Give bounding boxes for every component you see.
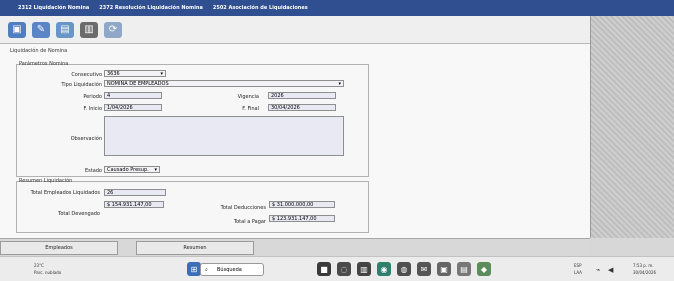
edit-icon[interactable]: ✎ [32,21,50,38]
label-total-deducciones: Total Deducciones [220,205,266,211]
estado-value: Causado Presup. [107,167,149,173]
chevron-down-icon: ▾ [160,71,163,77]
browser-icon[interactable]: ◉ [377,262,391,276]
observacion-textarea[interactable] [104,116,344,156]
estado-select[interactable]: Causado Presup. ▾ [104,166,160,173]
volume-icon: ◀ [608,266,614,274]
window-titlebar: 2312 Liquidación Nomina 2372 Resolución … [0,0,674,16]
bottom-tabs: Empleados Resumen [0,238,590,256]
tipo-liquidacion-select[interactable]: NOMINA DE EMPLEADOS ▾ [104,80,344,87]
store-icon[interactable]: ◍ [397,262,411,276]
mail-icon[interactable]: ✉ [417,262,431,276]
total-devengado-value: $ 154.931.147,00 [104,201,164,208]
tab-resumen-label: Resumen [183,245,207,251]
taskbar-search-input[interactable]: ⌕ Búsqueda [200,263,264,276]
folder-icon[interactable]: ▥ [357,262,371,276]
calendar-icon[interactable]: ▤ [56,21,74,38]
toolbar: ▣ ✎ ▤ ▥ ⟳ [0,16,590,44]
summary-title: Resumen Liquidación [19,178,73,184]
chevron-down-icon: ▾ [154,167,157,173]
app-icon-2[interactable]: ▤ [457,262,471,276]
taskbar: 23°C Parc. nublado ⊞ ⌕ Búsqueda ■ ◌ ▥ ◉ … [0,256,674,281]
total-empleados-value: 26 [104,189,166,196]
form-group-title: Liquidación de Nomina [10,48,68,54]
total-pagar-value: $ 123.931.147,00 [269,215,335,222]
periodo-input[interactable]: 4 [104,92,162,99]
search-label: Búsqueda [217,267,242,273]
tab-empleados[interactable]: Empleados [0,241,118,255]
search-icon: ⌕ [205,267,208,273]
app-icon-3[interactable]: ◆ [477,262,491,276]
window-title-left: 2312 Liquidación Nomina [18,5,90,11]
tab-empleados-label: Empleados [45,245,73,251]
window-title-center: 2372 Resolución Liquidación Nomina [99,5,203,11]
consecutivo-select[interactable]: 3636 ▾ [104,70,166,77]
consecutivo-value: 3636 [107,71,120,77]
total-deducciones-value: $ 31.000.000,00 [269,201,335,208]
label-f-inicio: F. Inicio [83,106,102,112]
chat-icon[interactable]: ◌ [337,262,351,276]
windows-start-icon[interactable]: ⊞ [187,262,201,276]
clock-time: 7:53 p. m. [633,263,654,268]
weather-sub: Parc. nublado [34,270,62,275]
task-view-icon[interactable]: ■ [317,262,331,276]
f-final-input[interactable]: 30/04/2026 [268,104,336,111]
label-total-devengado: Total Devengado [58,211,100,217]
label-estado: Estado [84,168,102,174]
label-periodo: Periodo [83,94,102,100]
vigencia-input[interactable]: 2026 [268,92,336,99]
tipo-liquidacion-value: NOMINA DE EMPLEADOS [107,81,169,87]
tab-resumen[interactable]: Resumen [136,241,254,255]
app-icon-1[interactable]: ▣ [437,262,451,276]
label-tipo-liquidacion: Tipo Liquidación [61,82,102,88]
save-icon[interactable]: ▣ [8,21,26,38]
label-vigencia: Vigencia [237,94,259,100]
weather-temp: 23°C [34,263,44,268]
wifi-icon: ⌁ [596,266,601,274]
label-f-final: F. Final [242,106,259,112]
window-title-right: 2502 Asociación de Liquidaciones [212,5,308,11]
params-title: Parámetros Nomina [19,61,69,67]
right-side-panel [590,16,674,238]
label-total-empleados: Total Empleados Liquidados [30,190,100,196]
clock-date: 30/04/2026 [633,270,657,275]
tray-lang-sub: LAA [574,270,582,275]
label-consecutivo: Consecutivo [71,72,102,78]
chevron-down-icon: ▾ [338,81,341,87]
f-inicio-input[interactable]: 1/04/2026 [104,104,162,111]
label-total-pagar: Total a Pagar [233,219,266,225]
refresh-icon[interactable]: ⟳ [104,21,122,38]
print-icon[interactable]: ▥ [80,21,98,38]
label-observacion: Observación [70,136,102,142]
tray-lang: ESP [574,263,582,268]
